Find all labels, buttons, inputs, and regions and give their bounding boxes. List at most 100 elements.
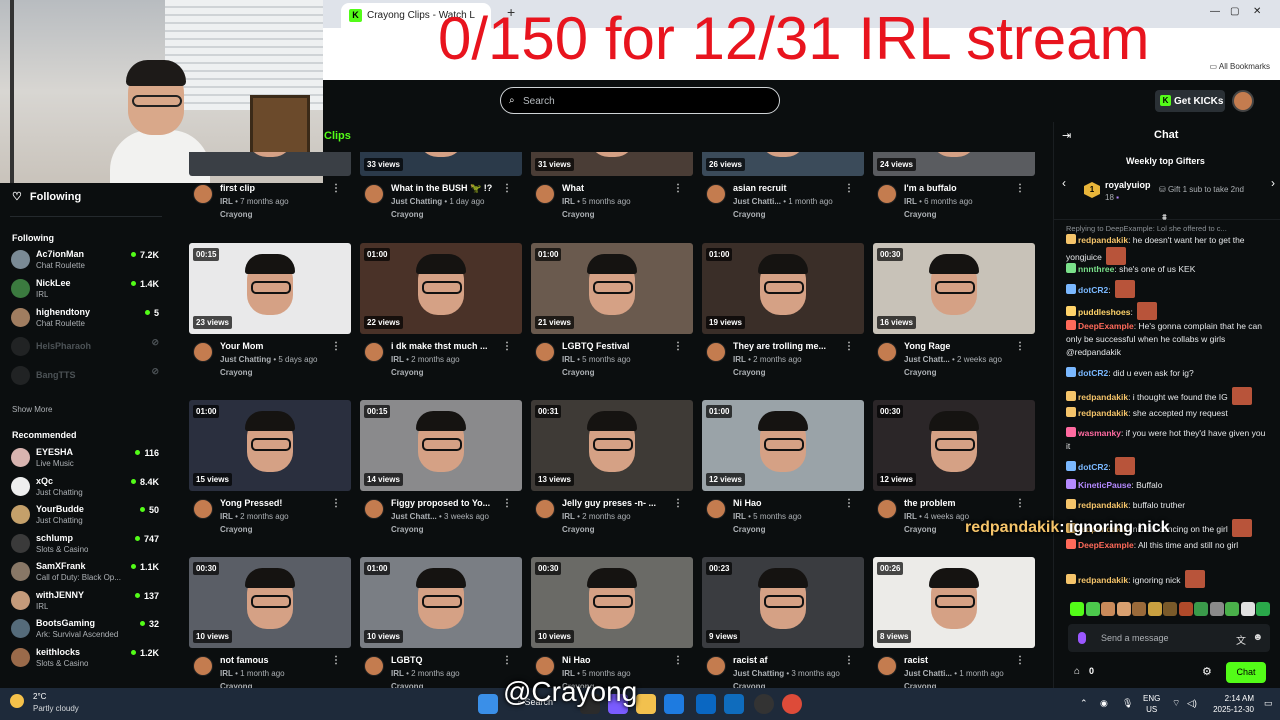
clip-channel[interactable]: Crayong — [391, 210, 423, 219]
chat-username[interactable]: dotCR2 — [1078, 368, 1108, 378]
clip-channel[interactable]: Crayong — [562, 525, 594, 534]
more-options-icon[interactable]: ⋮ — [331, 498, 341, 509]
clip-category[interactable]: IRL — [904, 197, 917, 206]
clip-title[interactable]: Ni Hao — [733, 498, 762, 508]
more-options-icon[interactable]: ⋮ — [844, 655, 854, 666]
clip-card[interactable]: 31 views What IRL • 5 months ago Crayong ⋮ — [531, 152, 693, 235]
channel-avatar[interactable] — [706, 656, 726, 676]
clip-channel[interactable]: Crayong — [391, 525, 423, 534]
sidebar-item-following[interactable]: highendtony Chat Roulette 5 — [11, 305, 161, 331]
mic-icon[interactable] — [1078, 632, 1086, 644]
chat-username[interactable]: dotCR2 — [1078, 285, 1108, 295]
channel-avatar[interactable] — [364, 342, 384, 362]
clip-channel[interactable]: Crayong — [733, 210, 765, 219]
quick-emote-icon[interactable] — [1147, 602, 1162, 616]
clip-channel[interactable]: Crayong — [904, 368, 936, 377]
clip-card[interactable]: 00:23 9 views racist af Just Chatting • 3 m… — [702, 557, 864, 688]
chat-username[interactable]: dotCR2 — [1078, 462, 1108, 472]
windows-start-icon[interactable] — [478, 694, 498, 714]
more-options-icon[interactable]: ⋮ — [844, 498, 854, 509]
collapse-chat-icon[interactable]: ⇥ — [1062, 129, 1071, 142]
clip-title[interactable]: Ni Hao — [562, 655, 591, 665]
clip-category[interactable]: IRL — [562, 197, 575, 206]
file-explorer-icon[interactable] — [636, 694, 656, 714]
volume-icon[interactable]: ◁) — [1187, 698, 1197, 709]
quick-emote-icon[interactable] — [1101, 602, 1115, 616]
sidebar-item-recommended[interactable]: EYESHA Live Music 116 — [11, 445, 161, 471]
sidebar-item-recommended[interactable]: BootsGaming Ark: Survival Ascended 32 — [11, 616, 161, 642]
clip-thumbnail[interactable]: 01:00 19 views — [702, 243, 864, 334]
clip-category[interactable]: Just Chatting — [733, 669, 784, 678]
chat-username[interactable]: DeepExample — [1078, 321, 1134, 331]
taskbar-clock[interactable]: 2:14 AM 2025-12-30 — [1208, 693, 1254, 715]
channel-avatar[interactable] — [364, 499, 384, 519]
sidebar-item-recommended[interactable]: YourBudde Just Chatting 50 — [11, 502, 161, 528]
clip-title[interactable]: racist af — [733, 655, 768, 665]
clip-thumbnail[interactable]: 00:30 10 views — [189, 557, 351, 648]
clip-thumbnail[interactable]: 00:30 12 views — [873, 400, 1035, 491]
channel-points-icon[interactable]: ⌂ — [1074, 666, 1080, 677]
more-options-icon[interactable]: ⋮ — [1015, 341, 1025, 352]
clip-category[interactable]: IRL — [220, 512, 233, 521]
quick-emote-icon[interactable] — [1116, 602, 1131, 616]
channel-avatar[interactable] — [193, 656, 213, 676]
gear-icon[interactable]: ⚙ — [1202, 665, 1212, 678]
clip-channel[interactable]: Crayong — [562, 368, 594, 377]
show-more-link[interactable]: Show More — [12, 405, 52, 414]
chat-username[interactable]: nnnthree — [1078, 264, 1114, 274]
clip-category[interactable]: Just Chatt... — [904, 355, 950, 364]
clip-card[interactable]: 01:00 21 views LGBTQ Festival IRL • 5 month… — [531, 243, 693, 393]
channel-avatar[interactable] — [877, 656, 897, 676]
minimize-icon[interactable]: — — [1210, 6, 1220, 17]
clip-card[interactable]: 01:00 19 views They are trolling me... IRL … — [702, 243, 864, 393]
chat-input[interactable]: Send a message 文 ☻ — [1068, 624, 1270, 652]
close-icon[interactable]: ✕ — [1253, 6, 1261, 17]
get-kicks-button[interactable]: K Get KICKs — [1155, 90, 1225, 112]
chevron-left-icon[interactable]: ‹ — [1062, 176, 1066, 190]
quick-emote-icon[interactable] — [1163, 602, 1177, 616]
security-icon[interactable]: ◉ — [1100, 698, 1108, 709]
chat-username[interactable]: redpandakik — [1078, 408, 1128, 418]
sidebar-item-recommended[interactable]: keithlocks Slots & Casino 1.2K — [11, 645, 161, 671]
clip-title[interactable]: not famous — [220, 655, 269, 665]
channel-avatar[interactable] — [877, 342, 897, 362]
clip-channel[interactable]: Crayong — [220, 368, 252, 377]
send-chat-button[interactable]: Chat — [1226, 662, 1266, 683]
clip-category[interactable]: IRL — [391, 355, 404, 364]
clip-category[interactable]: IRL — [562, 355, 575, 364]
clip-thumbnail[interactable] — [189, 152, 351, 176]
sidebar-item-recommended[interactable]: schlump Slots & Casino 747 — [11, 531, 161, 557]
more-options-icon[interactable]: ⋮ — [673, 183, 683, 194]
channel-avatar[interactable] — [364, 184, 384, 204]
clip-title[interactable]: Yong Rage — [904, 341, 950, 351]
more-options-icon[interactable]: ⋮ — [844, 341, 854, 352]
edge-icon[interactable] — [664, 694, 684, 714]
clip-category[interactable]: Just Chatting — [391, 197, 442, 206]
clip-category[interactable]: Just Chatting — [220, 355, 271, 364]
clip-title[interactable]: the problem — [904, 498, 956, 508]
clip-category[interactable]: Just Chatti... — [904, 669, 952, 678]
quick-emote-icon[interactable] — [1209, 602, 1224, 616]
clip-thumbnail[interactable]: 26 views — [702, 152, 864, 176]
emoji-icon[interactable]: ☻ — [1252, 632, 1263, 643]
clip-channel[interactable]: Crayong — [220, 210, 252, 219]
clip-category[interactable]: IRL — [904, 512, 917, 521]
clip-thumbnail[interactable]: 01:00 22 views — [360, 243, 522, 334]
clip-title[interactable]: Yong Pressed! — [220, 498, 282, 508]
chat-username[interactable]: puddleshoes — [1078, 307, 1130, 317]
chat-username[interactable]: redpandakik — [1078, 235, 1128, 245]
channel-avatar[interactable] — [535, 342, 555, 362]
microphone-icon[interactable]: 🎙 — [1122, 698, 1133, 709]
clip-title[interactable]: Jelly guy preses -n- ... — [562, 498, 656, 508]
clip-card[interactable]: 33 views What in the BUSH 🦖 !? Just Chatti… — [360, 152, 522, 235]
clip-channel[interactable]: Crayong — [904, 210, 936, 219]
clip-thumbnail[interactable]: 31 views — [531, 152, 693, 176]
sidebar-item-following[interactable]: BangTTS ⊘ — [11, 363, 161, 389]
clip-card[interactable]: 26 views asian recruit Just Chatti... • 1 … — [702, 152, 864, 235]
clip-card[interactable]: 24 views I'm a buffalo IRL • 6 months ago C… — [873, 152, 1035, 235]
clip-category[interactable]: Just Chatt... — [391, 512, 437, 521]
clip-title[interactable]: What in the BUSH 🦖 !? — [391, 183, 492, 194]
translate-icon[interactable]: 文 — [1236, 632, 1246, 647]
quick-emote-icon[interactable] — [1178, 602, 1193, 616]
more-options-icon[interactable]: ⋮ — [502, 655, 512, 666]
